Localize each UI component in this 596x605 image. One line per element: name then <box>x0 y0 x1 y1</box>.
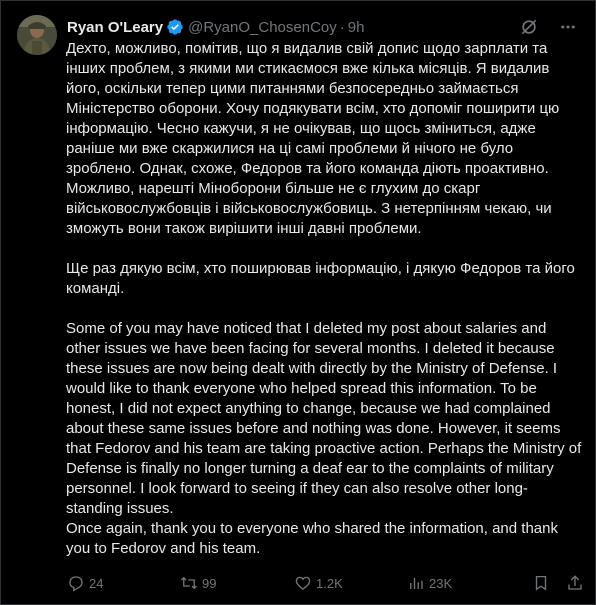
tweet-header: Ryan O'Leary @RyanO_ChosenCoy · 9h <box>67 16 579 38</box>
bookmark-icon <box>535 575 547 591</box>
retweet-icon <box>181 576 197 590</box>
reply-button[interactable]: 24 <box>67 574 103 592</box>
reply-icon <box>69 576 83 592</box>
action-bar: 24 99 1.2K 23K <box>67 572 583 594</box>
views-count: 23K <box>429 575 453 591</box>
bookmark-button[interactable] <box>532 574 554 592</box>
share-icon <box>568 575 582 590</box>
author-name[interactable]: Ryan O'Leary <box>67 19 163 36</box>
heart-icon <box>295 576 311 590</box>
views-button[interactable]: 23K <box>407 574 452 592</box>
avatar[interactable] <box>17 15 57 55</box>
grok-icon[interactable] <box>519 17 539 37</box>
views-chart-icon <box>410 577 423 589</box>
verified-badge-icon <box>167 19 183 35</box>
tweet-card[interactable]: Ryan O'Leary @RyanO_ChosenCoy · 9h Дехто… <box>0 0 596 605</box>
separator-dot: · <box>339 18 345 36</box>
retweet-button[interactable]: 99 <box>180 574 216 592</box>
like-button[interactable]: 1.2K <box>294 574 343 592</box>
author-handle[interactable]: @RyanO_ChosenCoy <box>188 19 337 36</box>
share-button[interactable] <box>566 574 588 592</box>
retweet-count: 99 <box>202 575 217 591</box>
like-count: 1.2K <box>316 575 343 591</box>
avatar-photo <box>17 15 57 55</box>
more-icon[interactable] <box>557 16 579 38</box>
timestamp[interactable]: 9h <box>348 19 365 36</box>
tweet-text: Дехто, можливо, помітив, що я видалив св… <box>66 40 582 557</box>
reply-count: 24 <box>89 575 104 591</box>
